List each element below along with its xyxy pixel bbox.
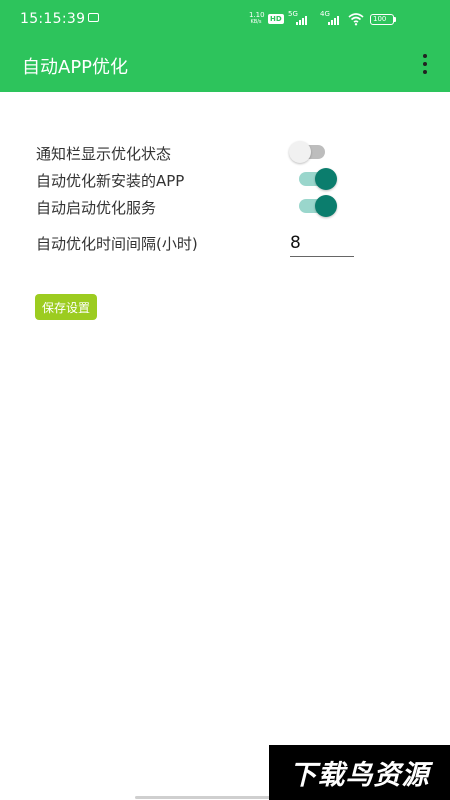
switch-thumb xyxy=(315,195,337,217)
auto-optimize-new-apps-label: 自动优化新安装的APP xyxy=(36,172,185,190)
interval-hours-label: 自动优化时间间隔(小时) xyxy=(36,235,198,253)
battery-level: 100 xyxy=(373,15,387,23)
hd-icon: HD xyxy=(268,14,284,24)
overflow-menu-icon[interactable] xyxy=(420,54,430,74)
auto-start-service-label: 自动启动优化服务 xyxy=(36,199,157,217)
status-time: 15:15:39 xyxy=(20,11,86,27)
sim2-signal-bars xyxy=(328,16,339,25)
interval-hours-input[interactable] xyxy=(290,232,354,257)
app-bar: 自动APP优化 xyxy=(0,38,450,92)
network-speed-value: 1.10 xyxy=(249,11,265,19)
network-speed-unit: KB/s xyxy=(250,19,262,25)
save-settings-button[interactable]: 保存设置 xyxy=(35,294,98,320)
status-bar: 15:15:39 1.10 KB/s HD 5G 4G 100 xyxy=(0,0,450,38)
switch-thumb xyxy=(289,141,311,163)
wifi-icon xyxy=(348,13,364,26)
app-title: 自动APP优化 xyxy=(22,57,129,78)
image-icon xyxy=(88,13,99,22)
battery-icon: 100 xyxy=(370,14,396,25)
switch-thumb xyxy=(315,168,337,190)
watermark: 下载鸟资源 xyxy=(269,745,450,800)
sim1-signal-bars xyxy=(296,16,307,25)
notification-status-label: 通知栏显示优化状态 xyxy=(36,145,172,163)
network-speed: 1.10 KB/s xyxy=(249,11,265,26)
